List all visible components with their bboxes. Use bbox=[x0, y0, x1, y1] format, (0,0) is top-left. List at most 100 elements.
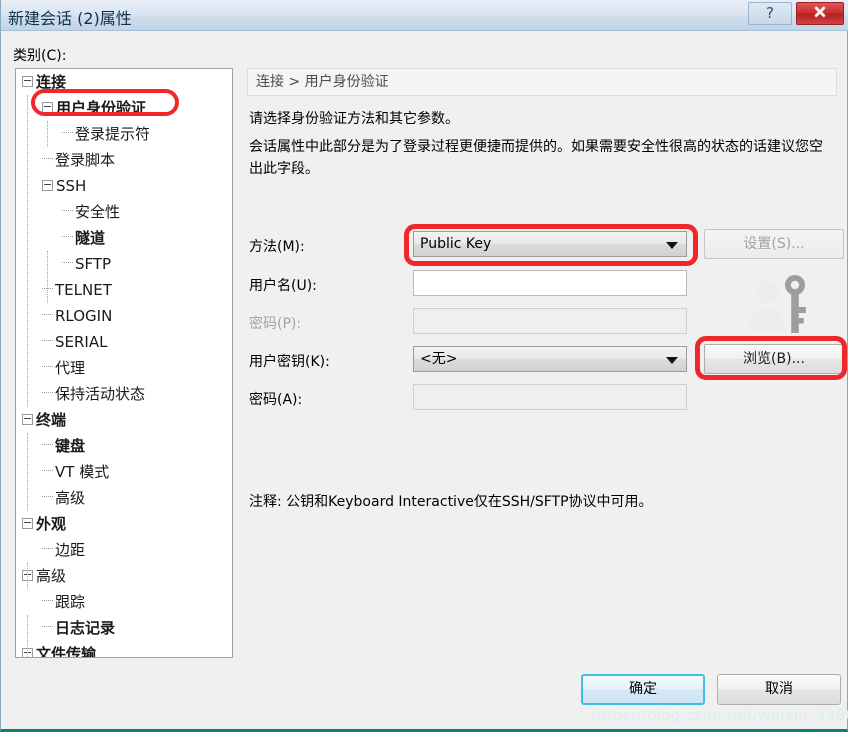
browse-button[interactable]: 浏览(B)... bbox=[704, 344, 844, 374]
tree-collapse-icon[interactable] bbox=[22, 518, 33, 529]
passphrase-label: 密码(A): bbox=[249, 392, 303, 408]
tree-item[interactable]: 代理 bbox=[16, 355, 232, 381]
tree-guide-line bbox=[27, 95, 28, 407]
userkey-dropdown-value: <无> bbox=[420, 351, 458, 367]
tree-connector-icon bbox=[42, 548, 53, 549]
tree-item-label: 隧道 bbox=[75, 229, 106, 247]
tree-collapse-icon[interactable] bbox=[42, 180, 53, 191]
tree-item[interactable]: RLOGIN bbox=[16, 303, 232, 329]
tree-item-label: 登录脚本 bbox=[55, 151, 116, 169]
method-dropdown[interactable]: Public Key bbox=[413, 231, 687, 257]
tree-item-label: 用户身份验证 bbox=[56, 99, 147, 117]
tree-item-label: SSH bbox=[56, 177, 87, 195]
tree-guide-line bbox=[27, 615, 28, 657]
tree-item-label: 保持活动状态 bbox=[55, 385, 146, 403]
tree-item[interactable]: 日志记录 bbox=[16, 615, 232, 641]
password-label: 密码(P): bbox=[249, 316, 302, 332]
tree-item[interactable]: TELNET bbox=[16, 277, 232, 303]
tree-collapse-icon[interactable] bbox=[22, 414, 33, 425]
passphrase-input bbox=[413, 384, 687, 410]
tree-item[interactable]: SFTP bbox=[16, 251, 232, 277]
password-input bbox=[413, 308, 687, 334]
tree-item-label: TELNET bbox=[55, 281, 112, 299]
tree-item-label: 安全性 bbox=[75, 203, 121, 221]
tree-guide-line bbox=[27, 433, 28, 511]
tree-item[interactable]: 文件传输 bbox=[16, 641, 232, 658]
ok-button[interactable]: 确定 bbox=[581, 674, 705, 705]
note-text: 注释: 公钥和Keyboard Interactive仅在SSH/SFTP协议中… bbox=[249, 494, 653, 510]
tree-item[interactable]: 登录脚本 bbox=[16, 147, 232, 173]
tree-item-label: 终端 bbox=[36, 411, 67, 429]
tree-item-label: 高级 bbox=[55, 489, 86, 507]
tree-item[interactable]: 键盘 bbox=[16, 433, 232, 459]
userkey-dropdown[interactable]: <无> bbox=[413, 346, 687, 372]
description-line-2: 会话属性中此部分是为了登录过程更便捷而提供的。如果需要安全性很高的状态的话建议您… bbox=[249, 139, 823, 177]
tree-connector-icon bbox=[62, 210, 73, 211]
close-button[interactable]: ✕ bbox=[796, 2, 844, 25]
category-label: 类别(C): bbox=[13, 48, 67, 64]
tree-item[interactable]: 边距 bbox=[16, 537, 232, 563]
tree-item-label: 键盘 bbox=[55, 437, 86, 455]
help-button[interactable]: ? bbox=[748, 2, 792, 25]
tree-connector-icon bbox=[42, 496, 53, 497]
properties-dialog-window: 新建会话 (2)属性 ? ✕ 类别(C): 连接用户身份验证登录提示符登录脚本 S… bbox=[0, 0, 848, 732]
tree-item[interactable]: 终端 bbox=[16, 407, 232, 433]
tree-item-label: 跟踪 bbox=[55, 593, 86, 611]
tree-connector-icon bbox=[62, 236, 73, 237]
chevron-down-icon bbox=[666, 357, 678, 364]
tree-collapse-icon[interactable] bbox=[22, 76, 33, 87]
tree-node-list: 连接用户身份验证登录提示符登录脚本 SSH 安全性隧道 SFTP TELNET RLOGI… bbox=[16, 69, 232, 658]
tree-item[interactable]: 登录提示符 bbox=[16, 121, 232, 147]
tree-item[interactable]: 用户身份验证 bbox=[16, 95, 232, 121]
tree-connector-icon bbox=[42, 366, 53, 367]
tree-item[interactable]: 高级 bbox=[16, 485, 232, 511]
tree-guide-line bbox=[47, 251, 48, 303]
category-tree[interactable]: 连接用户身份验证登录提示符登录脚本 SSH 安全性隧道 SFTP TELNET RLOGI… bbox=[15, 68, 233, 658]
username-label: 用户名(U): bbox=[249, 278, 317, 294]
tree-collapse-icon[interactable] bbox=[42, 102, 53, 113]
tree-item[interactable]: 连接 bbox=[16, 69, 232, 95]
tree-guide-line bbox=[47, 121, 48, 147]
tree-item-label: 代理 bbox=[55, 359, 86, 377]
tree-connector-icon bbox=[42, 470, 53, 471]
tree-item-label: 高级 bbox=[36, 567, 67, 585]
question-mark-icon: ? bbox=[766, 4, 774, 22]
cancel-button[interactable]: 取消 bbox=[717, 674, 841, 705]
settings-button[interactable]: 设置(S)... bbox=[704, 229, 844, 259]
title-bar: 新建会话 (2)属性 ? ✕ bbox=[1, 0, 848, 31]
username-input[interactable] bbox=[413, 270, 687, 296]
tree-item[interactable]: SSH bbox=[16, 173, 232, 199]
tree-item-label: 文件传输 bbox=[36, 645, 97, 658]
tree-item[interactable]: 高级 bbox=[16, 563, 232, 589]
tree-connector-icon bbox=[42, 392, 53, 393]
method-dropdown-value: Public Key bbox=[420, 236, 492, 252]
userkey-label: 用户密钥(K): bbox=[249, 354, 330, 370]
chevron-down-icon bbox=[666, 242, 678, 249]
method-label: 方法(M): bbox=[249, 239, 305, 255]
tree-connector-icon bbox=[62, 132, 73, 133]
tree-connector-icon bbox=[42, 626, 53, 627]
user-key-icon bbox=[749, 275, 806, 333]
tree-item[interactable]: SERIAL bbox=[16, 329, 232, 355]
tree-connector-icon bbox=[62, 262, 73, 263]
tree-item-label: 登录提示符 bbox=[75, 125, 151, 143]
tree-connector-icon bbox=[42, 600, 53, 601]
tree-item-label: VT 模式 bbox=[55, 463, 110, 481]
tree-item-label: 日志记录 bbox=[55, 619, 116, 637]
tree-item-label: RLOGIN bbox=[55, 307, 113, 325]
tree-item-label: 连接 bbox=[36, 73, 67, 91]
tree-item[interactable]: 保持活动状态 bbox=[16, 381, 232, 407]
tree-item[interactable]: 外观 bbox=[16, 511, 232, 537]
close-icon: ✕ bbox=[812, 3, 828, 23]
watermark: https://blog.csdn.net/weixin_43964551 bbox=[591, 706, 848, 724]
window-title: 新建会话 (2)属性 bbox=[8, 9, 132, 28]
tree-item[interactable]: 安全性 bbox=[16, 199, 232, 225]
tree-item-label: SFTP bbox=[75, 255, 112, 273]
tree-item[interactable]: 跟踪 bbox=[16, 589, 232, 615]
tree-item-label: 边距 bbox=[55, 541, 86, 559]
tree-item[interactable]: 隧道 bbox=[16, 225, 232, 251]
tree-connector-icon bbox=[42, 340, 53, 341]
tree-guide-line bbox=[27, 563, 28, 589]
breadcrumb: 连接 > 用户身份验证 bbox=[247, 68, 837, 96]
tree-item[interactable]: VT 模式 bbox=[16, 459, 232, 485]
